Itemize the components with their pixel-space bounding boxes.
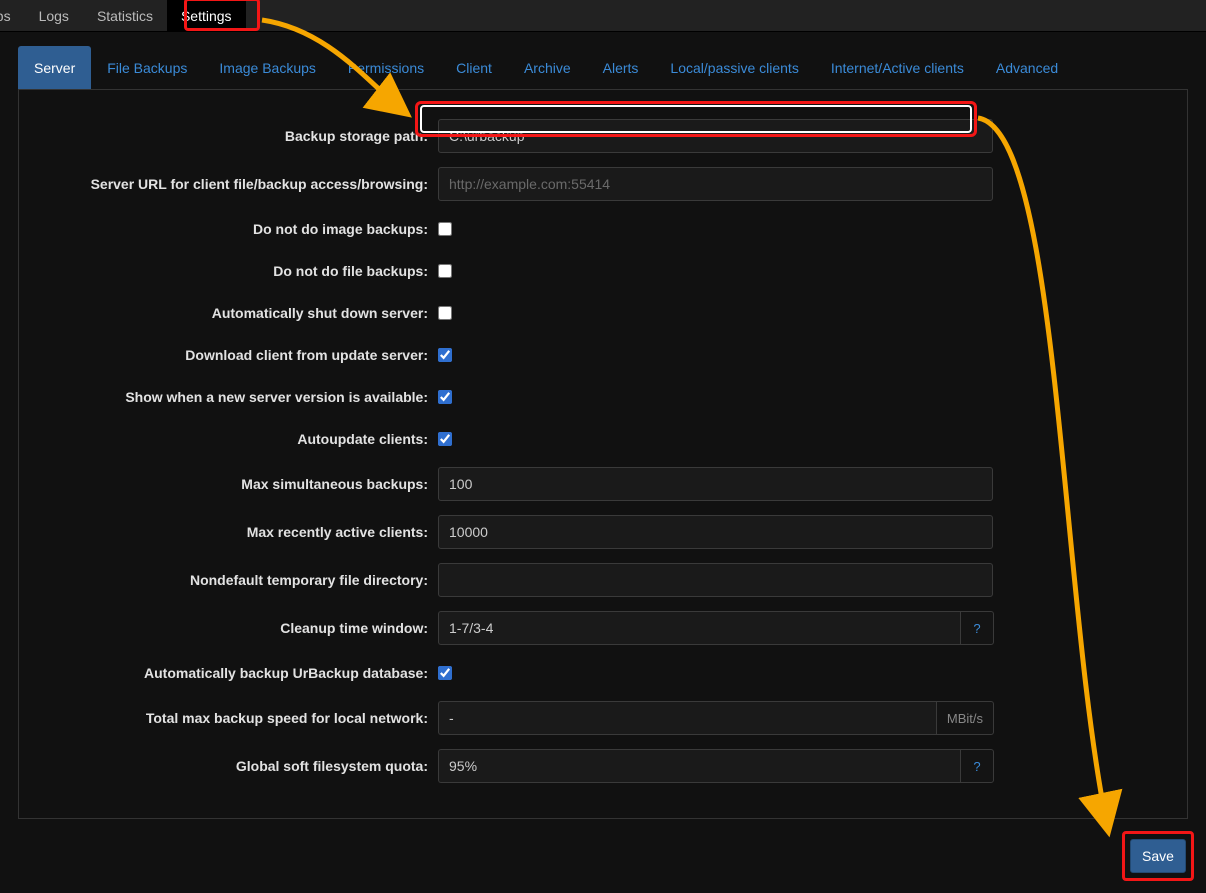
topnav-item-statistics[interactable]: Statistics — [83, 0, 167, 31]
tab-internet-active[interactable]: Internet/Active clients — [815, 46, 980, 89]
input-backup-storage-path[interactable] — [438, 119, 993, 153]
checkbox-no-image[interactable] — [438, 222, 452, 236]
label-tmp-dir: Nondefault temporary file directory: — [19, 572, 434, 588]
input-max-recent[interactable] — [438, 515, 993, 549]
save-button[interactable]: Save — [1130, 839, 1186, 873]
label-auto-backup-db: Automatically backup UrBackup database: — [19, 665, 434, 681]
topnav-item-settings[interactable]: Settings — [167, 0, 246, 31]
label-dl-client: Download client from update server: — [19, 347, 434, 363]
label-auto-shutdown: Automatically shut down server: — [19, 305, 434, 321]
label-backup-storage-path: Backup storage path: — [19, 128, 434, 144]
top-nav: ups Logs Statistics Settings — [0, 0, 1206, 32]
checkbox-auto-shutdown[interactable] — [438, 306, 452, 320]
input-tmp-dir[interactable] — [438, 563, 993, 597]
tab-permissions[interactable]: Permissions — [332, 46, 440, 89]
help-cleanup-icon[interactable]: ? — [960, 611, 994, 645]
label-no-image: Do not do image backups: — [19, 221, 434, 237]
label-quota: Global soft filesystem quota: — [19, 758, 434, 774]
tab-local-passive[interactable]: Local/passive clients — [654, 46, 814, 89]
input-max-speed[interactable] — [438, 701, 936, 735]
label-cleanup: Cleanup time window: — [19, 620, 434, 636]
unit-mbits: MBit/s — [936, 701, 994, 735]
tab-archive[interactable]: Archive — [508, 46, 587, 89]
input-server-url[interactable] — [438, 167, 993, 201]
settings-subtabs: Server File Backups Image Backups Permis… — [18, 46, 1188, 90]
input-max-sim[interactable] — [438, 467, 993, 501]
tab-server[interactable]: Server — [18, 46, 91, 89]
settings-panel: Backup storage path: Server URL for clie… — [18, 90, 1188, 819]
checkbox-auto-backup-db[interactable] — [438, 666, 452, 680]
checkbox-no-file[interactable] — [438, 264, 452, 278]
input-cleanup[interactable] — [438, 611, 960, 645]
content-area: Server File Backups Image Backups Permis… — [0, 32, 1206, 819]
input-quota[interactable] — [438, 749, 960, 783]
tab-client[interactable]: Client — [440, 46, 508, 89]
tab-image-backups[interactable]: Image Backups — [203, 46, 332, 89]
label-max-recent: Max recently active clients: — [19, 524, 434, 540]
topnav-item-logs[interactable]: Logs — [25, 0, 83, 31]
checkbox-autoupdate[interactable] — [438, 432, 452, 446]
checkbox-show-new-ver[interactable] — [438, 390, 452, 404]
checkbox-dl-client[interactable] — [438, 348, 452, 362]
label-server-url: Server URL for client file/backup access… — [19, 176, 434, 192]
label-max-sim: Max simultaneous backups: — [19, 476, 434, 492]
label-autoupdate: Autoupdate clients: — [19, 431, 434, 447]
tab-advanced[interactable]: Advanced — [980, 46, 1074, 89]
topnav-item-backups[interactable]: ups — [0, 0, 25, 31]
label-no-file: Do not do file backups: — [19, 263, 434, 279]
label-max-speed: Total max backup speed for local network… — [19, 710, 434, 726]
tab-file-backups[interactable]: File Backups — [91, 46, 203, 89]
help-quota-icon[interactable]: ? — [960, 749, 994, 783]
label-show-new-ver: Show when a new server version is availa… — [19, 389, 434, 405]
tab-alerts[interactable]: Alerts — [587, 46, 655, 89]
